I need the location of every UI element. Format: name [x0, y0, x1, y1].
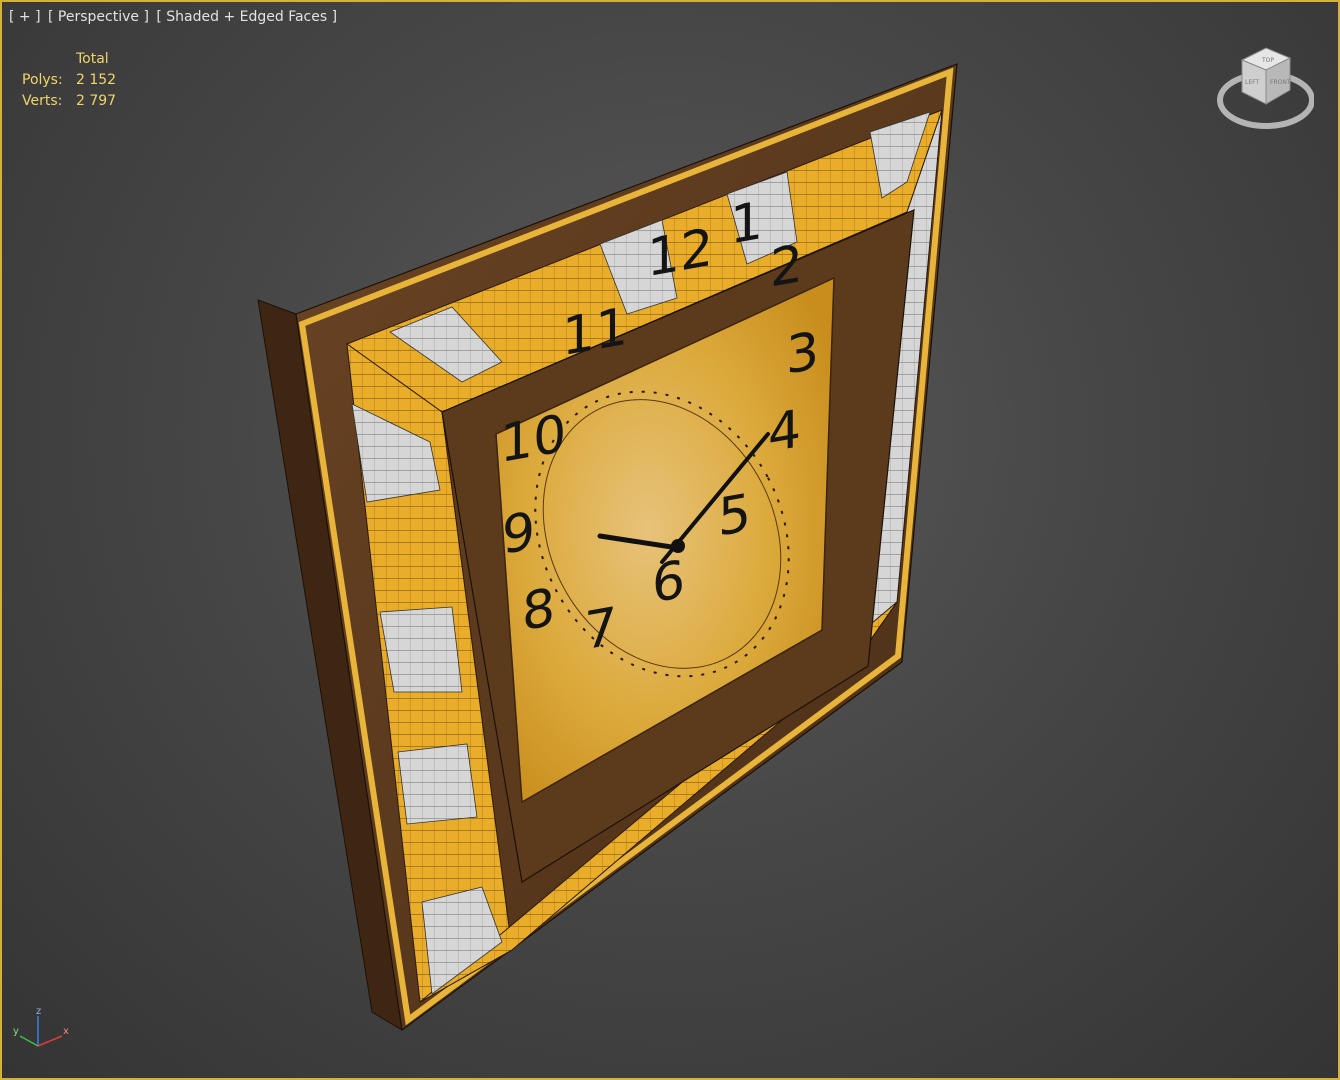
numeral-3: 3 [786, 320, 819, 386]
silver-accent-6 [379, 606, 463, 693]
axis-x-label: x [63, 1026, 69, 1037]
numeral-7: 7 [584, 596, 617, 662]
viewcube-left-label: LEFT [1245, 79, 1259, 86]
numeral-12: 12 [647, 217, 713, 289]
numeral-5: 5 [718, 482, 751, 548]
clock-model[interactable]: 12 1 2 3 4 5 6 7 8 9 10 11 [2, 2, 1338, 1078]
numeral-6: 6 [652, 549, 685, 615]
numeral-4: 4 [768, 398, 801, 464]
axis-z-label: z [36, 1006, 41, 1017]
perspective-viewport[interactable]: [ + ] [ Perspective ] [ Shaded + Edged F… [0, 0, 1340, 1080]
numeral-9: 9 [502, 500, 535, 566]
viewcube[interactable]: TOP LEFT FRONT [1214, 42, 1314, 132]
viewcube-front-label: FRONT [1270, 79, 1291, 86]
numeral-1: 1 [730, 190, 763, 256]
numeral-11: 11 [562, 296, 628, 368]
viewcube-top-label: TOP [1261, 57, 1274, 64]
axis-tripod: z x y [13, 1006, 69, 1047]
numeral-8: 8 [522, 577, 555, 643]
silver-accent-7 [397, 743, 478, 825]
numeral-2: 2 [770, 233, 803, 299]
hands-pivot [671, 539, 685, 553]
numeral-10: 10 [500, 403, 566, 475]
axis-y-label: y [13, 1026, 19, 1037]
